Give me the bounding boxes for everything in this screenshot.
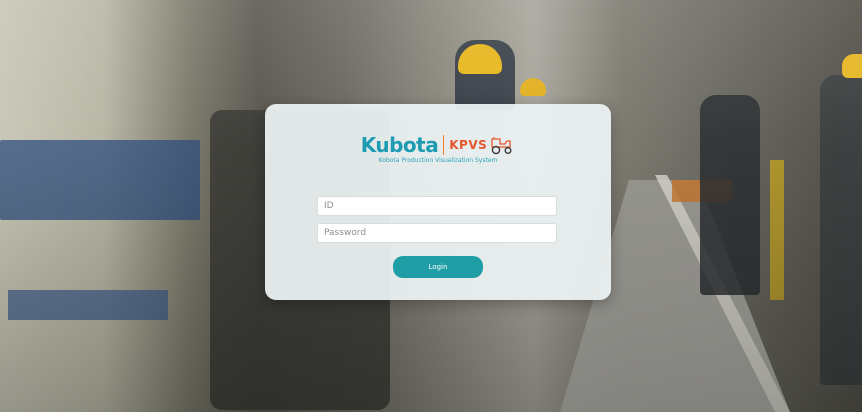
logo-divider [443, 135, 445, 155]
kpvs-logo-text: KPVS [449, 138, 488, 152]
login-button[interactable]: Login [393, 256, 483, 278]
system-subtitle: Kobota Production Visualization System [378, 157, 498, 164]
kpvs-logo: KPVS [449, 135, 515, 155]
password-input[interactable] [317, 223, 557, 243]
logo: Kubota KPVS [265, 132, 611, 158]
login-page: Kubota KPVS Kobota Production Visualizat… [0, 0, 862, 412]
login-card: Kubota KPVS Kobota Production Visualizat… [265, 104, 611, 300]
id-input[interactable] [317, 196, 557, 216]
tractor-icon [491, 137, 512, 155]
kubota-logo: Kubota [360, 133, 439, 157]
